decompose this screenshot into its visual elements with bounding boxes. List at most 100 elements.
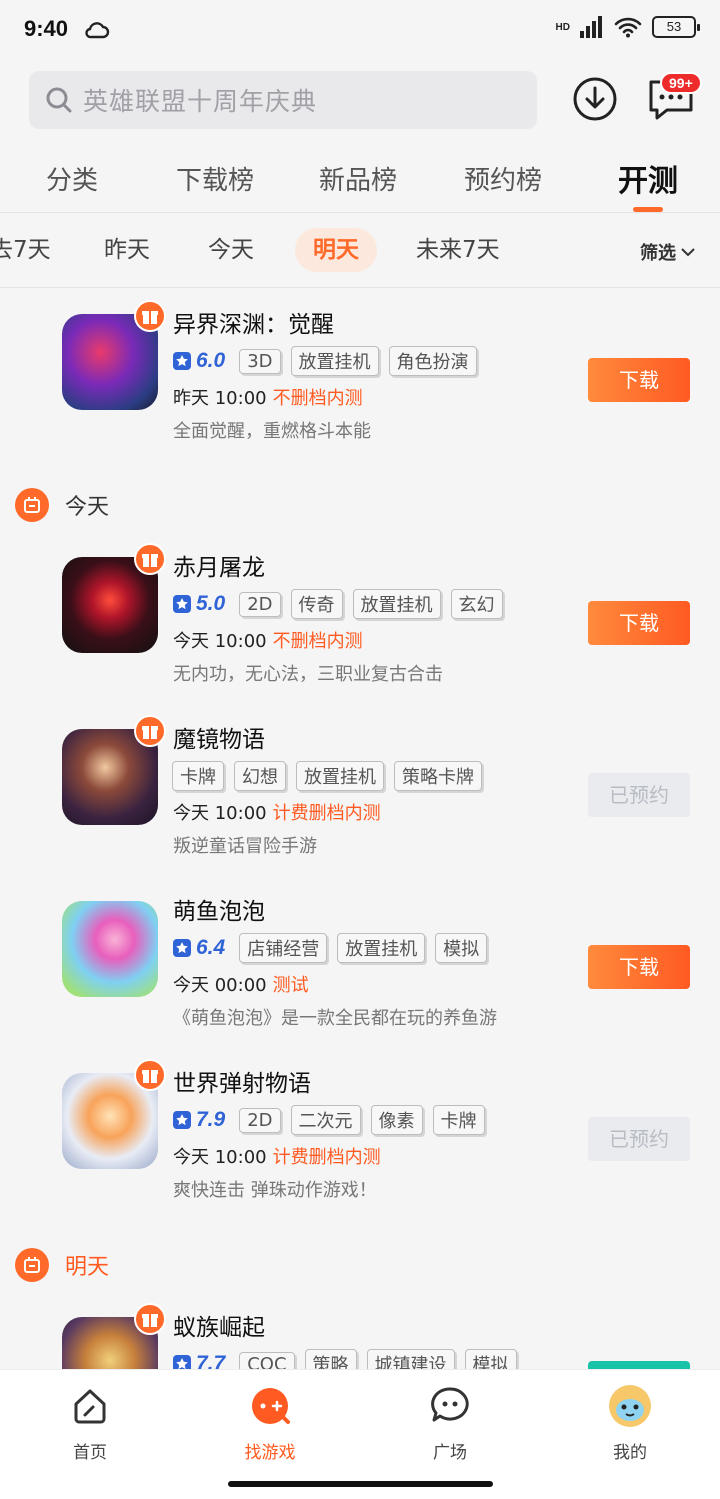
nav-label: 我的: [613, 1443, 647, 1463]
score-value: 6.0: [196, 349, 226, 372]
date-chip-next7[interactable]: 未来7天: [416, 228, 500, 272]
section-label: 今天: [65, 495, 110, 520]
chevron-down-icon: [681, 248, 695, 257]
nav-label: 首页: [73, 1443, 107, 1463]
game-desc: 叛逆童话冒险手游: [173, 836, 317, 857]
search-placeholder: 英雄联盟十周年庆典: [83, 87, 318, 116]
gift-icon: [134, 1303, 166, 1335]
section-label: 明天: [65, 1255, 110, 1280]
tag: 2D: [239, 591, 281, 617]
tag: 模拟: [435, 933, 488, 963]
section-header-today: 今天: [15, 485, 315, 525]
game-name: 世界弹射物语: [173, 1071, 311, 1097]
game-desc: 全面觉醒，重燃格斗本能: [173, 421, 371, 442]
game-item[interactable]: 世界弹射物语 7.9 2D 二次元 像素 卡牌 今天 10:00 计费删档内测 爽…: [0, 1059, 720, 1219]
score-value: 5.0: [196, 592, 226, 615]
game-item[interactable]: 异界深渊：觉醒 6.0 3D 放置挂机 角色扮演 昨天 10:00 不删档内测 全…: [0, 300, 720, 460]
date-chip-yesterday[interactable]: 昨天: [104, 228, 150, 272]
game-item[interactable]: 蚁族崛起 7.7 COC 策略 城镇建设 模拟: [0, 1303, 720, 1369]
reserved-button[interactable]: 已预约: [588, 773, 690, 817]
reserved-button[interactable]: 已预约: [588, 1117, 690, 1161]
tag: 3D: [239, 348, 281, 374]
tag: 放置挂机: [290, 346, 379, 376]
test-status: 计费删档内测: [272, 803, 381, 824]
battery-indicator: 53: [652, 16, 700, 38]
game-name: 魔镜物语: [173, 727, 265, 753]
time-text: 昨天 10:00: [173, 388, 267, 409]
score-value: 7.9: [196, 1108, 226, 1131]
test-time: 今天 10:00 计费删档内测: [173, 799, 381, 825]
game-item[interactable]: 萌鱼泡泡 6.4 店铺经营 放置挂机 模拟 今天 00:00 测试 《萌鱼泡泡》是…: [0, 887, 720, 1047]
tag: 像素: [370, 1105, 423, 1135]
main-tabs: 分类 下载榜 新品榜 预约榜 开测: [0, 150, 720, 212]
tag: 卡牌: [172, 761, 224, 791]
date-chip-past7[interactable]: 去7天: [0, 228, 51, 272]
nav-label: 广场: [433, 1443, 467, 1463]
divider: [0, 287, 720, 288]
test-status: 不删档内测: [272, 631, 363, 652]
score-value: 6.4: [196, 936, 226, 959]
tab-new-rank[interactable]: 新品榜: [319, 160, 397, 197]
date-chip-today[interactable]: 今天: [208, 228, 254, 272]
test-time: 今天 10:00 计费删档内测: [173, 1143, 381, 1169]
section-header-tomorrow: 明天: [15, 1245, 315, 1285]
game-icon: [62, 901, 158, 997]
tab-download-rank[interactable]: 下载榜: [176, 160, 254, 197]
status-bar: 9:40 HD 53: [0, 0, 720, 62]
calendar-icon: [15, 488, 49, 522]
tag: 二次元: [290, 1105, 361, 1135]
tags-row: 6.0 3D 放置挂机 角色扮演: [172, 346, 477, 376]
tab-beta-test[interactable]: 开测: [618, 156, 678, 200]
download-button[interactable]: 下载: [588, 358, 690, 402]
download-button[interactable]: 下载: [588, 601, 690, 645]
test-time: 昨天 10:00 不删档内测: [173, 384, 363, 410]
home-icon: [68, 1384, 112, 1428]
time-text: 今天 10:00: [173, 1147, 267, 1168]
tab-reserve-rank[interactable]: 预约榜: [464, 160, 542, 197]
nav-profile[interactable]: 我的: [570, 1384, 690, 1463]
game-desc: 《萌鱼泡泡》是一款全民都在玩的养鱼游: [173, 1008, 497, 1029]
download-button[interactable]: 下载: [588, 945, 690, 989]
status-icons: HD 53: [555, 16, 700, 38]
score-value: 7.7: [196, 1352, 226, 1369]
download-icon[interactable]: [572, 76, 618, 122]
test-time: 今天 00:00 测试: [173, 971, 309, 997]
game-desc: 无内功，无心法，三职业复古合击: [173, 664, 443, 685]
gamepad-icon: [248, 1384, 292, 1428]
home-indicator[interactable]: [228, 1481, 493, 1487]
tab-category[interactable]: 分类: [46, 160, 98, 197]
search-input[interactable]: 英雄联盟十周年庆典: [29, 71, 537, 129]
tag: 传奇: [290, 589, 343, 619]
tag: 幻想: [234, 761, 286, 791]
status-time: 9:40: [24, 16, 69, 41]
time-text: 今天 10:00: [173, 803, 267, 824]
tag: 放置挂机: [296, 761, 384, 791]
avatar: [608, 1384, 652, 1428]
date-chip-tomorrow[interactable]: 明天: [295, 228, 377, 272]
time-text: 今天 00:00: [173, 975, 267, 996]
game-name: 赤月屠龙: [173, 555, 265, 581]
filter-label: 筛选: [640, 243, 676, 264]
message-count-badge: 99+: [660, 72, 702, 94]
tag: 角色扮演: [388, 346, 477, 376]
star-badge-icon: [173, 1111, 191, 1129]
tag: COC: [239, 1351, 295, 1369]
hd-label: HD: [555, 21, 570, 33]
tag: 卡牌: [432, 1105, 485, 1135]
cloud-icon: [85, 22, 110, 39]
test-time: 今天 10:00 不删档内测: [173, 627, 363, 653]
game-item[interactable]: 赤月屠龙 5.0 2D 传奇 放置挂机 玄幻 今天 10:00 不删档内测 无内功…: [0, 543, 720, 703]
nav-find-games[interactable]: 找游戏: [210, 1384, 330, 1463]
filter-button[interactable]: 筛选: [640, 239, 696, 265]
nav-home[interactable]: 首页: [30, 1384, 150, 1463]
star-badge-icon: [173, 352, 191, 370]
test-status: 不删档内测: [272, 388, 363, 409]
gift-icon: [134, 1059, 166, 1091]
tag: 城镇建设: [366, 1349, 455, 1369]
star-badge-icon: [173, 1355, 191, 1369]
nav-plaza[interactable]: 广场: [390, 1384, 510, 1463]
test-status: 计费删档内测: [272, 1147, 381, 1168]
game-item[interactable]: 魔镜物语 卡牌 幻想 放置挂机 策略卡牌 今天 10:00 计费删档内测 叛逆童话…: [0, 715, 720, 875]
tag: 放置挂机: [337, 933, 426, 963]
action-button[interactable]: [588, 1361, 690, 1369]
